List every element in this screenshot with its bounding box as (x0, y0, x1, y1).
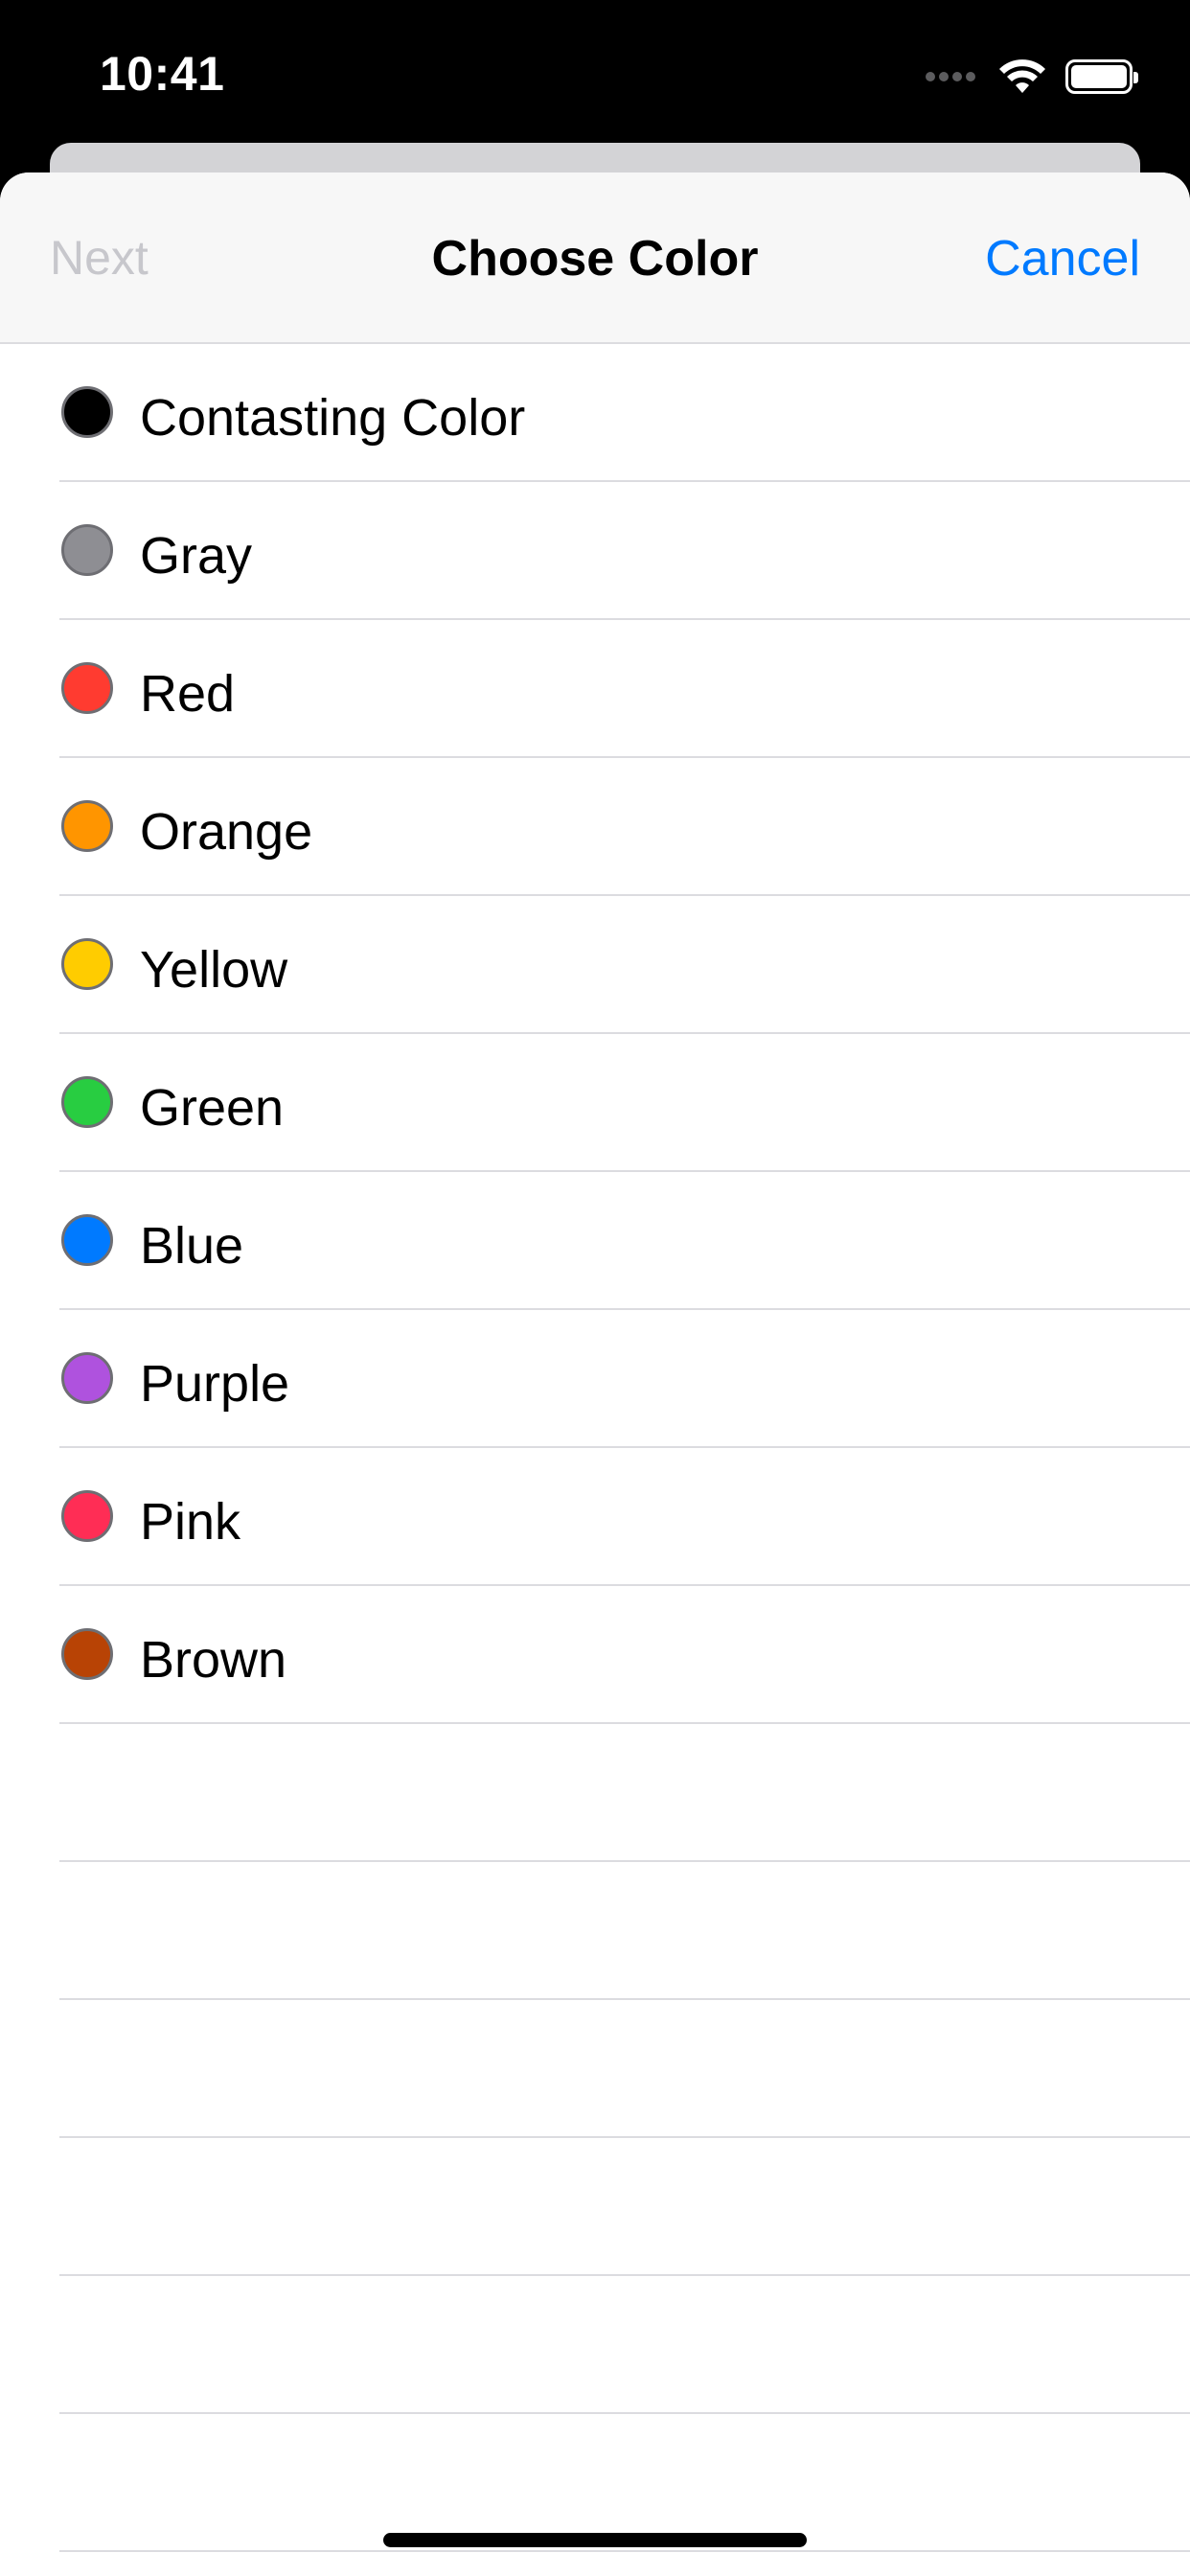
color-row-contrasting[interactable]: Contasting Color (0, 344, 1190, 482)
color-label: Green (140, 1079, 285, 1137)
color-swatch-icon (61, 524, 113, 576)
color-swatch-icon (61, 1214, 113, 1266)
color-picker-sheet: Next Choose Color Cancel Contasting Colo… (0, 172, 1190, 2576)
empty-row (0, 1862, 1190, 2000)
signal-dots-icon (926, 72, 979, 81)
color-swatch-icon (61, 1352, 113, 1404)
empty-row (0, 2000, 1190, 2138)
status-bar: 10:41 (0, 0, 1190, 144)
color-list: Contasting Color Gray Red Orange Yellow … (0, 344, 1190, 2552)
color-label: Gray (140, 527, 253, 585)
color-label: Red (140, 665, 236, 723)
color-swatch-icon (61, 938, 113, 990)
cancel-button[interactable]: Cancel (985, 230, 1140, 288)
color-swatch-icon (61, 800, 113, 852)
color-row-yellow[interactable]: Yellow (0, 896, 1190, 1034)
color-label: Orange (140, 803, 313, 861)
status-time: 10:41 (100, 47, 225, 101)
empty-row (0, 2276, 1190, 2414)
home-indicator[interactable] (383, 2533, 807, 2547)
status-icons (926, 56, 1138, 98)
color-row-orange[interactable]: Orange (0, 758, 1190, 896)
color-swatch-icon (61, 1628, 113, 1680)
empty-row (0, 1724, 1190, 1862)
color-label: Yellow (140, 941, 288, 999)
color-label: Pink (140, 1493, 241, 1551)
color-swatch-icon (61, 1490, 113, 1542)
wifi-icon (999, 59, 1045, 93)
color-swatch-icon (61, 1076, 113, 1128)
color-row-gray[interactable]: Gray (0, 482, 1190, 620)
color-row-purple[interactable]: Purple (0, 1310, 1190, 1448)
color-row-brown[interactable]: Brown (0, 1586, 1190, 1724)
empty-row (0, 2138, 1190, 2276)
color-label: Contasting Color (140, 389, 526, 447)
color-row-green[interactable]: Green (0, 1034, 1190, 1172)
color-swatch-icon (61, 386, 113, 438)
color-row-pink[interactable]: Pink (0, 1448, 1190, 1586)
color-label: Blue (140, 1217, 244, 1275)
color-row-blue[interactable]: Blue (0, 1172, 1190, 1310)
color-row-red[interactable]: Red (0, 620, 1190, 758)
empty-row (0, 2414, 1190, 2552)
color-swatch-icon (61, 662, 113, 714)
color-label: Purple (140, 1355, 290, 1413)
color-label: Brown (140, 1631, 287, 1689)
navigation-bar: Next Choose Color Cancel (0, 172, 1190, 344)
battery-icon (1065, 59, 1138, 94)
